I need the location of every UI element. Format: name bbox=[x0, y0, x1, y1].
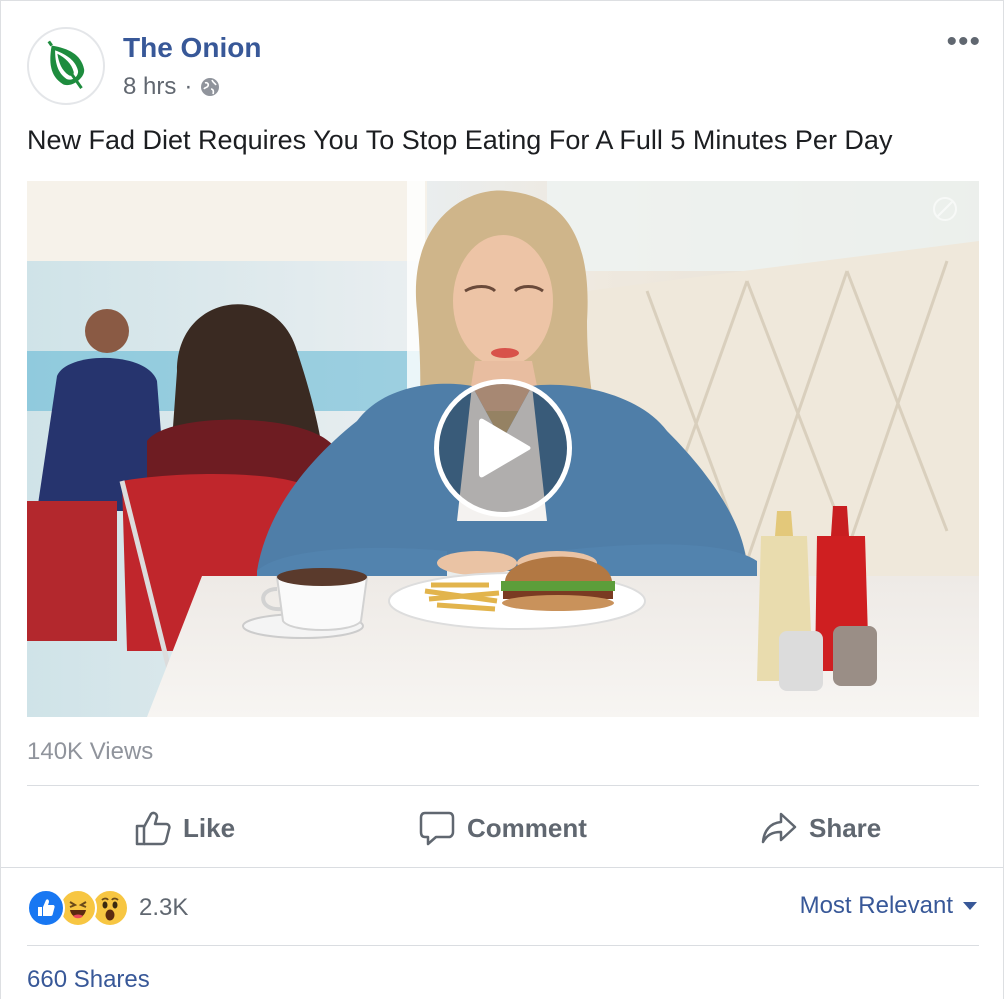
play-icon bbox=[479, 418, 531, 478]
share-label: Share bbox=[809, 812, 882, 843]
caret-down-icon bbox=[963, 902, 977, 910]
post-headline: New Fad Diet Requires You To Stop Eating… bbox=[27, 125, 893, 155]
like-reaction-icon bbox=[27, 889, 65, 927]
speech-bubble-icon bbox=[419, 811, 455, 846]
post-meta: 8 hrs · bbox=[123, 73, 220, 101]
shares-divider bbox=[27, 945, 979, 946]
onion-logo-icon bbox=[47, 40, 85, 89]
video-view-count: 140K Views bbox=[27, 738, 154, 765]
actions-divider-bottom bbox=[1, 867, 1003, 868]
more-dots-icon: ••• bbox=[946, 25, 981, 58]
share-arrow-icon bbox=[761, 812, 797, 844]
post-card: The Onion 8 hrs · ••• New Fad Diet Requi… bbox=[0, 0, 1004, 999]
more-options-button[interactable]: ••• bbox=[946, 27, 981, 57]
comment-sort-dropdown[interactable]: Most Relevant bbox=[800, 892, 977, 920]
thumbs-up-icon bbox=[135, 811, 171, 846]
like-button[interactable]: Like bbox=[135, 801, 235, 855]
page-name-link[interactable]: The Onion bbox=[123, 32, 261, 64]
like-label: Like bbox=[183, 812, 236, 843]
meta-separator: · bbox=[184, 73, 193, 100]
comment-label: Comment bbox=[467, 812, 587, 843]
page-avatar[interactable] bbox=[27, 27, 105, 105]
reactions-summary[interactable]: 2.3K bbox=[27, 889, 188, 927]
share-count-link[interactable]: 660 Shares bbox=[27, 966, 150, 994]
share-button[interactable]: Share bbox=[761, 801, 881, 855]
play-button[interactable] bbox=[434, 379, 572, 517]
video-player[interactable] bbox=[27, 181, 979, 717]
post-timestamp[interactable]: 8 hrs bbox=[123, 73, 176, 101]
actions-divider-top bbox=[27, 785, 979, 786]
reaction-count: 2.3K bbox=[139, 894, 189, 921]
sort-label: Most Relevant bbox=[799, 892, 953, 919]
globe-icon bbox=[201, 78, 220, 96]
comment-button[interactable]: Comment bbox=[419, 801, 587, 855]
